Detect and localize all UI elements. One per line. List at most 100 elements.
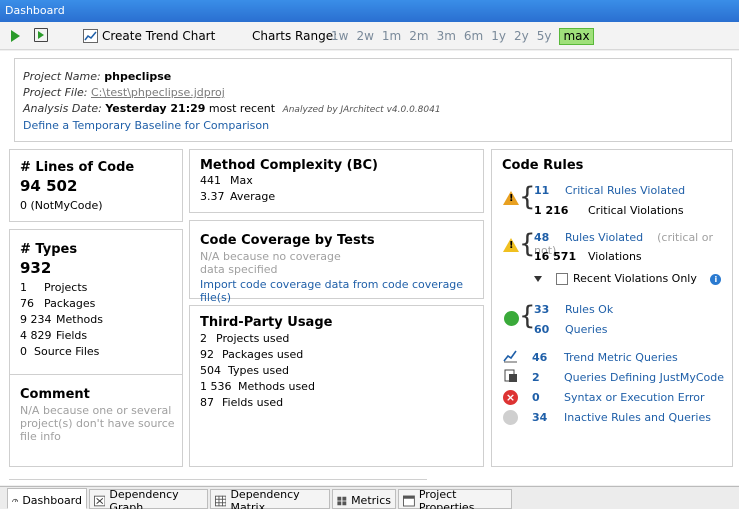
project-name-value: phpeclipse — [104, 70, 172, 83]
queries-link[interactable]: Queries — [565, 323, 607, 336]
third-party-label: Packages used — [222, 348, 304, 361]
range-6m[interactable]: 6m — [464, 29, 483, 45]
error-count[interactable]: 0 — [532, 391, 564, 404]
run-analysis-icon[interactable] — [34, 28, 48, 42]
critical-rules-row[interactable]: 11 Critical Rules Violated — [534, 184, 685, 197]
analyzed-by: Analyzed by JArchitect v4.0.0.8041 — [282, 105, 441, 115]
project-file-link[interactable]: C:\test\phpeclipse.jdproj — [91, 86, 225, 99]
violations-count: 16 571 — [534, 250, 577, 263]
warning-icon — [503, 238, 519, 252]
range-1w[interactable]: 1w — [331, 29, 348, 45]
justmycode-link[interactable]: Queries Defining JustMyCode — [564, 371, 724, 384]
range-5y[interactable]: 5y — [537, 29, 552, 45]
method-complexity-panel: Method Complexity (BC) 441 Max 3.37 Averag… — [189, 149, 484, 213]
justmycode-count[interactable]: 2 — [532, 371, 564, 384]
tab-metrics[interactable]: Metrics — [332, 489, 396, 509]
error-icon: × — [503, 390, 518, 405]
types-row-label: Source Files — [34, 345, 100, 358]
types-row-count: 0 — [20, 345, 27, 358]
error-row[interactable]: 0 Syntax or Execution Error — [532, 391, 705, 404]
trend-metric-count[interactable]: 46 — [532, 351, 564, 364]
run-icon[interactable] — [11, 30, 20, 42]
analysis-date-suffix: most recent — [208, 102, 276, 115]
rules-ok-count[interactable]: 33 — [534, 303, 564, 316]
types-row: 9 234 Methods — [20, 313, 103, 326]
trend-chart-icon[interactable] — [83, 29, 98, 43]
window-title-bar: Dashboard — [0, 0, 739, 22]
range-2y[interactable]: 2y — [514, 29, 529, 45]
third-party-count: 1 536 — [200, 380, 232, 393]
recent-violations-label[interactable]: Recent Violations Only — [573, 272, 697, 285]
inactive-link[interactable]: Inactive Rules and Queries — [564, 411, 711, 424]
metrics-icon — [337, 496, 347, 505]
types-row-label: Fields — [56, 329, 88, 342]
filter-icon — [534, 276, 542, 282]
third-party-count: 87 — [200, 396, 214, 409]
tab-label: Metrics — [351, 494, 391, 507]
critical-rules-link[interactable]: Critical Rules Violated — [565, 184, 685, 197]
tab-project-properties[interactable]: Project Properties — [398, 487, 512, 509]
justmycode-icon — [504, 369, 517, 382]
info-icon[interactable]: i — [710, 274, 722, 285]
rules-violated-count[interactable]: 48 — [534, 231, 564, 244]
rules-violated-link[interactable]: Rules Violated — [565, 231, 643, 244]
critical-violations-label: Critical Violations — [588, 204, 684, 217]
justmycode-row[interactable]: 2 Queries Defining JustMyCode — [532, 371, 724, 384]
trend-metric-link[interactable]: Trend Metric Queries — [564, 351, 678, 364]
window-title: Dashboard — [5, 4, 65, 17]
import-coverage-link[interactable]: Import code coverage data from code cove… — [200, 278, 483, 304]
comment-title: Comment — [20, 387, 90, 402]
third-party-row: 87 Fields used — [200, 396, 283, 409]
tab-dependency-matrix[interactable]: Dependency Matrix — [210, 488, 330, 509]
rules-ok-row[interactable]: 33 Rules Ok — [534, 303, 613, 316]
tab-dashboard[interactable]: Dashboard — [7, 488, 87, 509]
rules-ok-link[interactable]: Rules Ok — [565, 303, 613, 316]
create-trend-chart-button[interactable]: Create Trend Chart — [102, 29, 215, 43]
dependency-matrix-icon — [215, 495, 227, 506]
complexity-label: Max — [230, 174, 253, 187]
comment-panel: Comment N/A because one or several proje… — [9, 374, 183, 467]
define-baseline-link[interactable]: Define a Temporary Baseline for Comparis… — [23, 119, 269, 132]
charts-range-options: 1w 2w 1m 2m 3m 6m 1y 2y 5y max — [331, 28, 594, 45]
third-party-row: 92 Packages used — [200, 348, 303, 361]
types-row-count: 1 — [20, 281, 27, 294]
code-rules-panel: Code Rules { 11Critical Rules Violated 1… — [491, 149, 733, 467]
trend-metric-row[interactable]: 46 Trend Metric Queries — [532, 351, 678, 364]
third-party-panel: Third-Party Usage 2 Projects used 92 Packa… — [189, 305, 484, 467]
queries-count[interactable]: 60 — [534, 323, 564, 336]
complexity-row: 3.37 Average — [200, 190, 275, 203]
range-1y[interactable]: 1y — [491, 29, 506, 45]
inactive-row[interactable]: 34 Inactive Rules and Queries — [532, 411, 711, 424]
project-name-row: Project Name: phpeclipse — [23, 70, 171, 83]
types-row: 1 Projects — [20, 281, 87, 294]
project-properties-icon — [403, 495, 415, 506]
types-row-count: 76 — [20, 297, 34, 310]
toolbar: Create Trend Chart Charts Range: 1w 2w 1… — [0, 22, 739, 50]
critical-rules-count[interactable]: 11 — [534, 184, 564, 197]
types-row: 76 Packages — [20, 297, 95, 310]
loc-notmycode: 0 (NotMyCode) — [20, 199, 103, 212]
range-3m[interactable]: 3m — [437, 29, 456, 45]
tab-dependency-graph[interactable]: Dependency Graph — [89, 488, 208, 509]
rules-ok-icon — [504, 311, 519, 326]
complexity-value: 441 — [200, 174, 221, 187]
types-row-label: Methods — [56, 313, 103, 326]
error-link[interactable]: Syntax or Execution Error — [564, 391, 705, 404]
recent-violations-checkbox[interactable] — [555, 273, 568, 285]
critical-violations-count: 1 216 — [534, 204, 569, 217]
third-party-count: 504 — [200, 364, 221, 377]
project-info-panel: Project Name: phpeclipse Project File: C… — [14, 58, 732, 142]
range-2w[interactable]: 2w — [356, 29, 373, 45]
recent-violations-row: Recent Violations Only i — [534, 272, 722, 285]
tab-label: Project Properties — [418, 487, 475, 509]
charts-range-label: Charts Range: — [252, 29, 338, 43]
complexity-label: Average — [230, 190, 276, 203]
third-party-title: Third-Party Usage — [200, 315, 333, 330]
inactive-icon — [503, 410, 518, 425]
range-2m[interactable]: 2m — [409, 29, 428, 45]
inactive-count[interactable]: 34 — [532, 411, 564, 424]
range-max[interactable]: max — [559, 28, 594, 45]
queries-row[interactable]: 60 Queries — [534, 323, 607, 336]
comment-text: N/A because one or several project(s) do… — [20, 404, 175, 443]
range-1m[interactable]: 1m — [382, 29, 401, 45]
